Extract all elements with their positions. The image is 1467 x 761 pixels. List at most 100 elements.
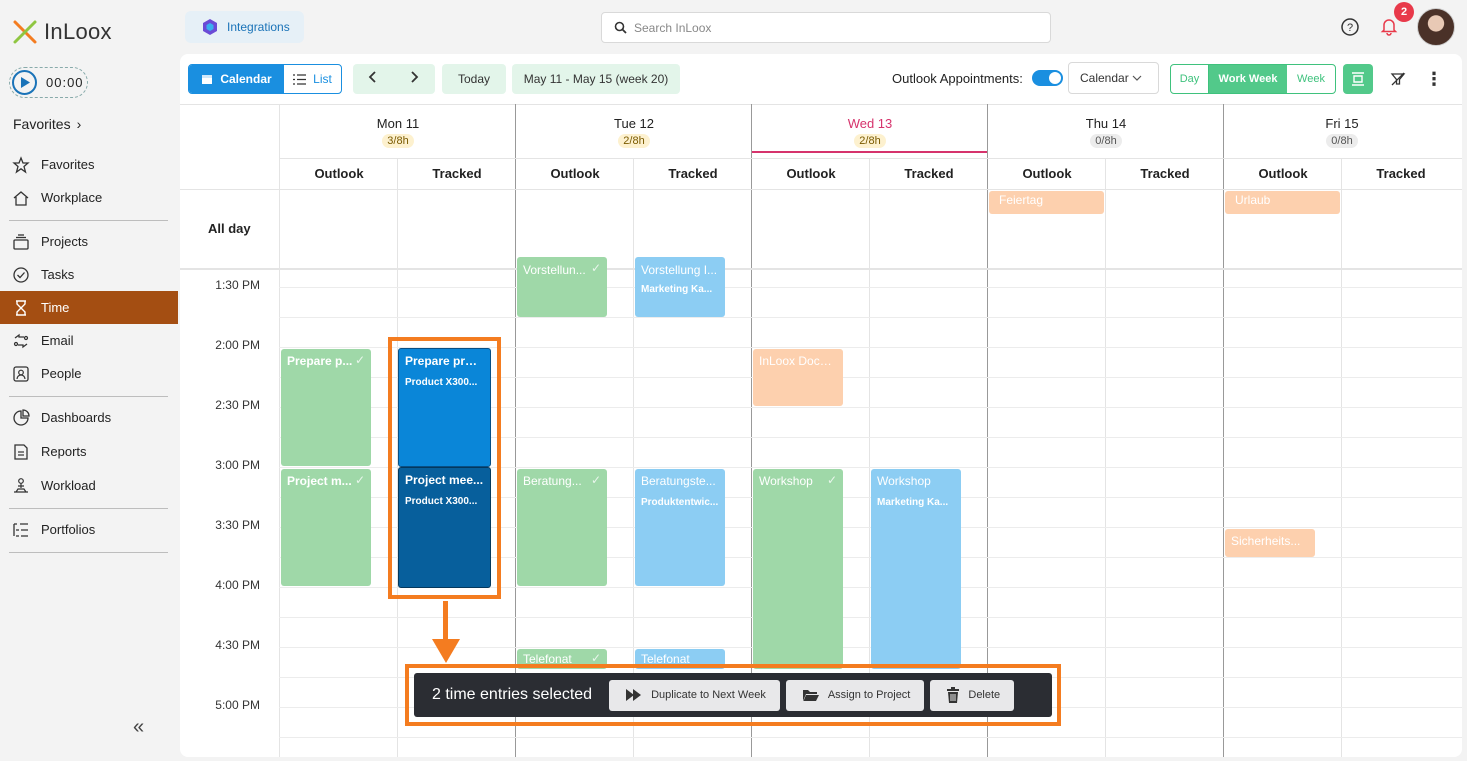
- outlook-appointments-label: Outlook Appointments:: [892, 71, 1023, 86]
- sidebar-divider: [9, 220, 168, 221]
- event-title: Workshop: [759, 474, 813, 488]
- today-button[interactable]: Today: [442, 64, 506, 94]
- today-indicator: [752, 151, 987, 153]
- arrow-down-icon: [432, 639, 460, 663]
- sub-column-outlook: Outlook: [1258, 166, 1308, 181]
- outlook-event[interactable]: Project m... ✓: [281, 469, 371, 586]
- outlook-event[interactable]: InLoox Docs ...: [753, 349, 843, 406]
- day-header-fri[interactable]: Fri 15 0/8h: [1224, 116, 1460, 148]
- tracked-event[interactable]: Workshop Marketing Ka...: [871, 469, 961, 669]
- date-range-button[interactable]: May 11 - May 15 (week 20): [512, 64, 680, 94]
- day-view-button[interactable]: Day: [1171, 65, 1209, 93]
- sidebar-divider: [9, 508, 168, 509]
- day-header-mon[interactable]: Mon 11 3/8h: [280, 116, 516, 148]
- integrations-label: Integrations: [227, 20, 290, 34]
- work-week-view-button[interactable]: Work Week: [1209, 65, 1287, 93]
- day-hours-badge: 2/8h: [618, 134, 650, 148]
- day-header-wed[interactable]: Wed 13 2/8h: [752, 116, 988, 148]
- user-avatar[interactable]: [1417, 8, 1455, 46]
- sidebar-item-reports[interactable]: Reports: [0, 435, 178, 468]
- time-label: 4:00 PM: [215, 578, 260, 592]
- sub-column-divider: [1341, 158, 1342, 757]
- outlook-event[interactable]: Beratung... ✓: [517, 469, 607, 586]
- inloox-logo[interactable]: InLoox: [12, 16, 112, 48]
- calendar-view-button[interactable]: Calendar: [189, 65, 284, 93]
- sidebar-item-people[interactable]: People: [0, 357, 178, 390]
- sidebar-item-dashboards[interactable]: Dashboards: [0, 401, 178, 434]
- sidebar-item-projects[interactable]: Projects: [0, 225, 178, 258]
- prev-week-button[interactable]: [368, 70, 378, 87]
- view-select[interactable]: Calendar: [1068, 62, 1159, 94]
- outlook-event[interactable]: Prepare p... ✓: [281, 349, 371, 466]
- logo-mark-icon: [13, 20, 37, 44]
- view-range-selector: Day Work Week Week: [1170, 64, 1336, 94]
- integrations-button[interactable]: Integrations: [185, 11, 304, 43]
- sidebar-item-email[interactable]: Email: [0, 324, 178, 357]
- event-title: Urlaub: [1235, 193, 1271, 207]
- sidebar-item-label: Time: [41, 300, 70, 315]
- outlook-event[interactable]: Vorstellun... ✓: [517, 257, 607, 317]
- day-hours-badge: 3/8h: [382, 134, 414, 148]
- all-day-divider: [180, 268, 1462, 270]
- list-view-button[interactable]: List: [284, 65, 341, 93]
- sidebar-item-label: Email: [41, 333, 74, 348]
- event-title: Beratung...: [523, 474, 582, 488]
- search-input[interactable]: Search InLoox: [601, 12, 1051, 43]
- outlook-event[interactable]: Sicherheits...: [1225, 529, 1315, 557]
- assign-to-project-button[interactable]: Assign to Project: [785, 679, 925, 711]
- sidebar-item-portfolios[interactable]: Portfolios: [0, 513, 178, 546]
- day-hours-badge: 0/8h: [1090, 134, 1122, 148]
- sidebar-item-time[interactable]: Time: [0, 291, 178, 324]
- sub-column-tracked: Tracked: [1140, 166, 1190, 181]
- sub-column-tracked: Tracked: [432, 166, 482, 181]
- day-header-tue[interactable]: Tue 12 2/8h: [516, 116, 752, 148]
- duplicate-label: Duplicate to Next Week: [651, 689, 766, 701]
- tracked-event[interactable]: Beratungste... Produktentwic...: [635, 469, 725, 586]
- sub-column-tracked: Tracked: [1376, 166, 1426, 181]
- calendar-view-label: Calendar: [220, 72, 272, 86]
- sub-column-outlook: Outlook: [1022, 166, 1072, 181]
- sidebar-item-workload[interactable]: Workload: [0, 469, 178, 502]
- selection-action-bar: 2 time entries selected Duplicate to Nex…: [414, 673, 1052, 717]
- sidebar-item-workplace[interactable]: Workplace: [0, 181, 178, 214]
- time-tracker-button[interactable]: 00:00: [9, 67, 88, 98]
- day-header-thu[interactable]: Thu 14 0/8h: [988, 116, 1224, 148]
- sidebar-item-label: People: [41, 366, 82, 381]
- sidebar-item-favorites[interactable]: Favorites: [0, 148, 178, 181]
- outlook-event[interactable]: Workshop ✓: [753, 469, 843, 669]
- time-label: 2:00 PM: [215, 338, 260, 352]
- time-label: 5:00 PM: [215, 698, 260, 712]
- day-divider: [751, 104, 752, 757]
- check-circle-icon: [13, 266, 29, 283]
- check-icon: ✓: [826, 473, 837, 487]
- help-icon[interactable]: ?: [1340, 17, 1360, 37]
- delete-button[interactable]: Delete: [930, 679, 1015, 711]
- check-icon: ✓: [354, 353, 365, 367]
- tracked-event[interactable]: Vorstellung I... Marketing Ka...: [635, 257, 725, 317]
- filter-off-button[interactable]: [1385, 66, 1411, 92]
- event-title: Vorstellung I...: [641, 263, 718, 277]
- header-divider: [279, 158, 1462, 159]
- event-project: Produktentwic...: [641, 497, 719, 508]
- check-icon: ✓: [590, 261, 601, 275]
- collapse-sidebar-icon[interactable]: «: [133, 716, 144, 739]
- list-view-label: List: [313, 72, 332, 86]
- event-project: Marketing Ka...: [877, 497, 949, 508]
- all-day-event[interactable]: Urlaub: [1225, 191, 1340, 214]
- fit-view-button[interactable]: [1343, 64, 1373, 94]
- outlook-appointments-toggle[interactable]: [1032, 70, 1063, 86]
- calendar-list-toggle: Calendar List: [188, 64, 342, 94]
- all-day-event[interactable]: Feiertag: [989, 191, 1104, 214]
- event-title: InLoox Docs ...: [759, 354, 837, 368]
- people-icon: [13, 365, 29, 382]
- more-options-icon[interactable]: ⋮: [1421, 66, 1447, 92]
- sidebar-item-label: Tasks: [41, 267, 75, 282]
- event-title: Project m...: [287, 474, 352, 488]
- check-icon: ✓: [590, 473, 601, 487]
- sidebar-item-tasks[interactable]: Tasks: [0, 258, 178, 291]
- next-week-button[interactable]: [409, 70, 419, 87]
- time-label: 2:30 PM: [215, 398, 260, 412]
- favorites-heading[interactable]: Favorites ›: [13, 116, 81, 132]
- duplicate-next-week-button[interactable]: Duplicate to Next Week: [609, 679, 780, 711]
- week-view-button[interactable]: Week: [1287, 65, 1335, 93]
